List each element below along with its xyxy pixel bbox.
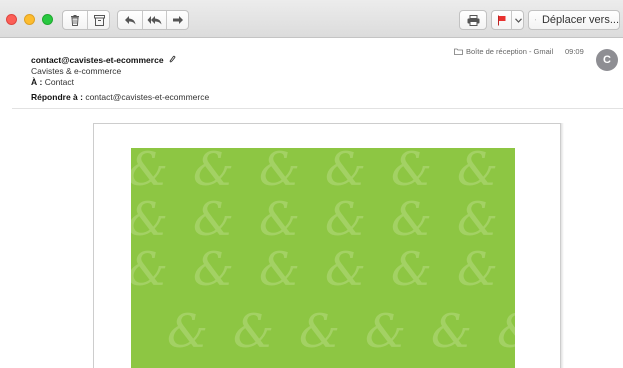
ampersand-pattern-glyph: & xyxy=(259,242,300,296)
window-close-button[interactable] xyxy=(6,14,17,25)
ampersand-pattern-glyph: & xyxy=(325,242,366,296)
ampersand-pattern-glyph: & xyxy=(193,242,234,296)
reply-segment xyxy=(117,10,189,30)
message-time: 09:09 xyxy=(565,47,584,56)
to-label: À : xyxy=(31,77,43,87)
ampersand-pattern-glyph: & xyxy=(325,192,366,246)
sender-email: contact@cavistes-et-ecommerce xyxy=(31,55,164,65)
paperclip-icon xyxy=(169,55,176,63)
ampersand-pattern-glyph: & xyxy=(325,148,366,196)
forward-button[interactable] xyxy=(166,11,190,29)
ampersand-pattern-glyph: & xyxy=(131,242,168,296)
flag-menu-button[interactable] xyxy=(511,11,525,29)
print-button[interactable] xyxy=(459,10,487,30)
recipient-line: À : Contact xyxy=(31,77,74,87)
ampersand-pattern-glyph: & xyxy=(167,304,208,358)
frame-shadow xyxy=(561,123,564,368)
window-zoom-button[interactable] xyxy=(42,14,53,25)
trash-icon xyxy=(71,14,79,26)
move-to-label: Déplacer vers... xyxy=(541,14,619,26)
to-value[interactable]: Contact xyxy=(45,77,74,87)
ampersand-pattern-glyph: & xyxy=(193,148,234,196)
folder-icon xyxy=(454,48,463,55)
ampersand-pattern-glyph: & xyxy=(259,192,300,246)
move-to-mailbox-icon xyxy=(535,19,536,21)
ampersand-pattern-glyph: & xyxy=(457,192,498,246)
ampersand-pattern-glyph: & xyxy=(457,242,498,296)
ampersand-pattern-glyph: & xyxy=(193,192,234,246)
forward-icon xyxy=(173,16,183,24)
sender-organization: Cavistes & e-commerce xyxy=(31,66,122,76)
flag-icon xyxy=(498,15,506,25)
delete-button[interactable] xyxy=(63,11,87,29)
ampersand-pattern-glyph: & xyxy=(391,192,432,246)
reply-to-line: Répondre à : contact@cavistes-et-ecommer… xyxy=(31,92,209,102)
archive-icon xyxy=(93,14,105,26)
reply-button[interactable] xyxy=(118,11,142,29)
mail-toolbar: Déplacer vers... xyxy=(0,0,623,38)
mailbox-indicator[interactable]: Boîte de réception - Gmail xyxy=(454,47,553,56)
reply-all-button[interactable] xyxy=(142,11,166,29)
reply-icon xyxy=(125,16,136,25)
ampersand-pattern-glyph: & xyxy=(497,308,515,354)
archive-button[interactable] xyxy=(87,11,111,29)
window-minimize-button[interactable] xyxy=(24,14,35,25)
reply-to-value[interactable]: contact@cavistes-et-ecommerce xyxy=(85,92,209,102)
ampersand-pattern-glyph: & xyxy=(391,148,432,196)
ampersand-pattern-glyph: & xyxy=(299,304,340,358)
avatar-initial: C xyxy=(603,54,611,66)
ampersand-pattern-glyph: & xyxy=(233,304,274,358)
printer-icon xyxy=(467,14,479,26)
sender-address: contact@cavistes-et-ecommerce xyxy=(31,55,176,65)
ampersand-pattern-glyph: & xyxy=(457,148,498,196)
mailbox-name: Boîte de réception - Gmail xyxy=(466,47,554,56)
flag-segment xyxy=(491,10,524,30)
ampersand-pattern-glyph: & xyxy=(365,304,406,358)
ampersand-pattern-glyph: & xyxy=(431,304,472,358)
green-ampersand-banner: &&&&&&&&&&&&&&&&&&&&&&&&&&&& xyxy=(131,148,515,368)
reply-all-icon xyxy=(147,16,161,25)
reply-to-label: Répondre à : xyxy=(31,92,83,102)
ampersand-pattern-glyph: & xyxy=(131,148,168,196)
ampersand-pattern-glyph: & xyxy=(131,192,168,246)
ampersand-pattern-glyph: & xyxy=(391,242,432,296)
move-to-button[interactable]: Déplacer vers... xyxy=(528,10,620,30)
sender-avatar: C xyxy=(596,49,618,71)
ampersand-pattern-glyph: & xyxy=(259,148,300,196)
chevron-down-icon xyxy=(514,17,522,23)
delete-archive-segment xyxy=(62,10,110,30)
flag-button[interactable] xyxy=(492,11,511,29)
